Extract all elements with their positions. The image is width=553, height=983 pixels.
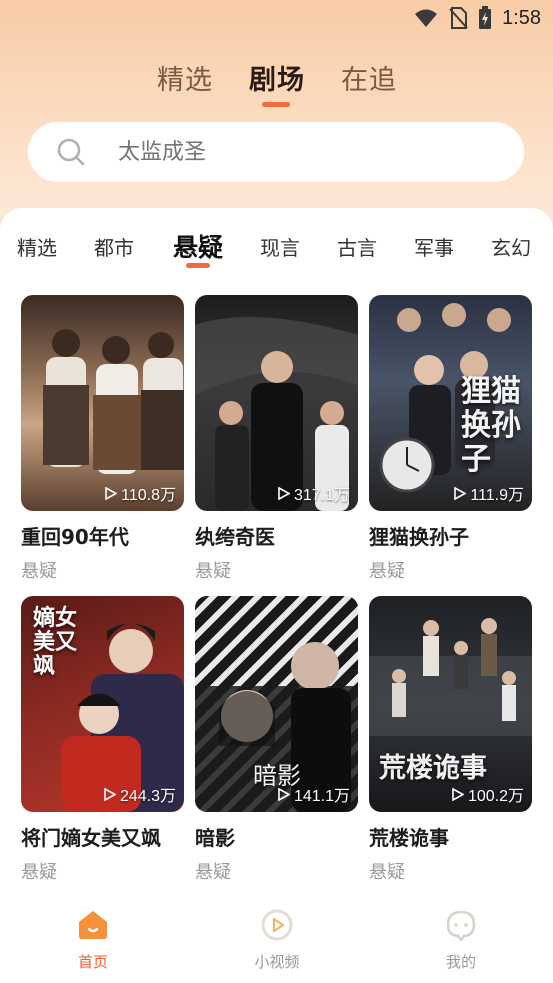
poster-title-art: 荒楼诡事 xyxy=(379,753,487,784)
drama-title[interactable]: 荒楼诡事 xyxy=(369,822,449,851)
search-bar[interactable] xyxy=(28,122,524,182)
category-tab-military[interactable]: 军事 xyxy=(414,232,454,261)
drama-title[interactable]: 暗影 xyxy=(195,822,235,851)
drama-poster[interactable]: 317.1万 xyxy=(195,295,358,511)
category-tab-modern-romance[interactable]: 现言 xyxy=(260,232,300,261)
search-icon xyxy=(57,138,85,166)
drama-genre: 悬疑 xyxy=(195,561,231,582)
main-tabs: 精选 剧场 在追 xyxy=(0,58,553,108)
main-tab-indicator xyxy=(262,102,290,107)
drama-poster[interactable]: 嫡女美又飒 244.3万 xyxy=(21,596,184,812)
drama-title[interactable]: 纨绔奇医 xyxy=(195,521,275,550)
play-count: 317.1万 xyxy=(278,481,350,505)
play-icon xyxy=(454,486,467,500)
play-count-value: 141.1万 xyxy=(293,788,350,805)
nav-item-home[interactable]: 首页 xyxy=(53,909,133,972)
nav-item-profile[interactable]: 我的 xyxy=(421,909,501,972)
battery-charging-icon xyxy=(479,6,492,29)
nav-label-home: 首页 xyxy=(77,953,108,971)
drama-genre: 悬疑 xyxy=(21,561,57,582)
drama-genre: 悬疑 xyxy=(21,862,57,883)
drama-poster[interactable]: 110.8万 xyxy=(21,295,184,511)
poster-artwork xyxy=(43,329,184,474)
profile-icon xyxy=(446,910,476,943)
status-bar: 1:58 xyxy=(0,0,553,38)
nav-label-short-video: 小视频 xyxy=(254,953,300,971)
category-tab-fantasy[interactable]: 玄幻 xyxy=(491,232,531,261)
play-icon xyxy=(278,787,290,801)
no-sim-icon xyxy=(449,7,468,29)
drama-genre: 悬疑 xyxy=(195,862,231,883)
nav-item-short-video[interactable]: 小视频 xyxy=(237,909,317,972)
bottom-nav: 首页 小视频 我的 xyxy=(0,895,553,983)
tab-following[interactable]: 在追 xyxy=(341,58,397,97)
drama-genre: 悬疑 xyxy=(369,561,405,582)
play-count: 141.1万 xyxy=(278,782,350,806)
nav-label-profile: 我的 xyxy=(445,953,476,971)
poster-title-art: 狸猫换孙子 xyxy=(461,374,521,477)
play-count: 100.2万 xyxy=(452,782,524,806)
category-tab-indicator xyxy=(186,263,210,268)
play-count: 110.8万 xyxy=(105,481,176,505)
wifi-icon xyxy=(415,9,438,27)
drama-title[interactable]: 狸猫换孙子 xyxy=(369,521,469,550)
home-icon xyxy=(79,911,107,939)
drama-poster[interactable]: 荒楼诡事 100.2万 xyxy=(369,596,532,812)
poster-title-art: 嫡女美又飒 xyxy=(33,605,78,679)
play-count: 111.9万 xyxy=(454,481,524,505)
play-icon xyxy=(104,787,116,801)
play-icon xyxy=(278,486,290,500)
tab-featured[interactable]: 精选 xyxy=(157,58,213,97)
drama-title[interactable]: 重回90年代 xyxy=(21,521,129,550)
play-count-value: 317.1万 xyxy=(293,487,350,504)
drama-poster[interactable]: 狸猫换孙子 111.9万 xyxy=(369,295,532,511)
play-icon xyxy=(105,486,118,500)
play-count-value: 110.8万 xyxy=(121,487,176,504)
play-icon xyxy=(452,787,464,801)
tab-theater[interactable]: 剧场 xyxy=(249,58,305,97)
play-count-value: 244.3万 xyxy=(119,788,176,805)
play-count-value: 111.9万 xyxy=(470,487,524,504)
poster-artwork xyxy=(195,317,358,511)
drama-title[interactable]: 将门嫡女美又飒 xyxy=(21,822,161,851)
status-time: 1:58 xyxy=(502,6,541,29)
play-count: 244.3万 xyxy=(104,782,176,806)
search-input[interactable] xyxy=(116,138,480,166)
category-tabs: 精选 都市 悬疑 现言 古言 军事 玄幻 xyxy=(0,228,553,268)
drama-poster[interactable]: 暗影 141.1万 xyxy=(195,596,358,812)
category-tab-urban[interactable]: 都市 xyxy=(94,232,134,261)
play-circle-icon xyxy=(261,909,293,941)
category-tab-featured[interactable]: 精选 xyxy=(17,232,57,261)
play-count-value: 100.2万 xyxy=(467,788,524,805)
category-tab-ancient-romance[interactable]: 古言 xyxy=(337,232,377,261)
category-tab-suspense[interactable]: 悬疑 xyxy=(173,228,223,264)
drama-genre: 悬疑 xyxy=(369,862,405,883)
